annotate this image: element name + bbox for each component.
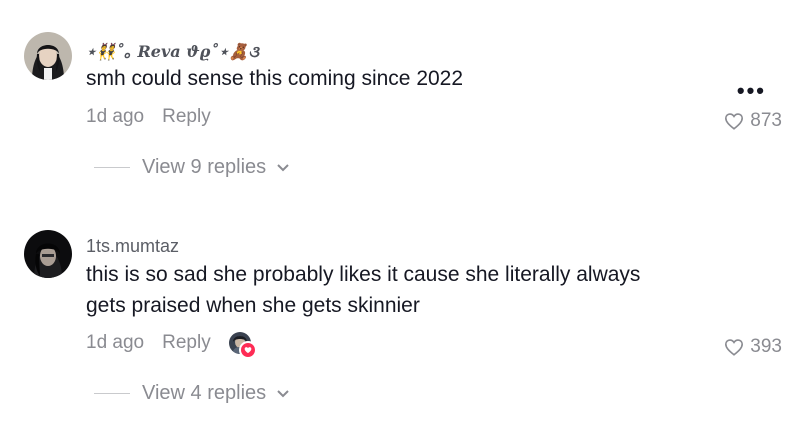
avatar[interactable]: [24, 230, 72, 278]
view-replies-button[interactable]: View 9 replies: [94, 156, 290, 179]
view-replies-label: View 4 replies: [142, 382, 267, 404]
username[interactable]: 1ts.mumtaz: [86, 236, 179, 257]
creator-liked-avatar: [228, 332, 257, 359]
comment-time: 1d ago: [86, 106, 145, 127]
heart-icon: [725, 339, 744, 356]
view-replies-button[interactable]: View 4 replies: [94, 382, 290, 405]
comment-text: smh could sense this coming since 2022: [86, 67, 464, 90]
reply-button[interactable]: Reply: [162, 332, 211, 354]
avatar[interactable]: [24, 32, 72, 80]
more-options-button[interactable]: •••: [737, 78, 766, 104]
replies-divider: [94, 393, 130, 394]
heart-icon: [725, 113, 744, 130]
heart-icon: [244, 347, 252, 354]
comment-text-line: this is so sad she probably likes it cau…: [86, 263, 641, 286]
comment-item: ⋆👯˚｡ Reva ϑϱ˚⋆🧸૩ smh could sense this co…: [0, 0, 804, 210]
like-count: 873: [750, 110, 782, 131]
like-button[interactable]: 873: [724, 110, 782, 132]
username[interactable]: ⋆👯˚｡ Reva ϑϱ˚⋆🧸૩: [86, 38, 259, 62]
comment-meta: 1d ago Reply: [86, 106, 211, 128]
chevron-down-icon: [277, 163, 289, 171]
heart-badge: [238, 341, 257, 359]
replies-divider: [94, 167, 130, 168]
view-replies-label: View 9 replies: [142, 156, 267, 178]
reply-button[interactable]: Reply: [162, 106, 211, 128]
comment-text-line: gets praised when she gets skinnier: [86, 294, 420, 317]
like-count: 393: [750, 336, 782, 357]
comment-item: 1ts.mumtaz this is so sad she probably l…: [0, 210, 804, 439]
comment-meta: 1d ago Reply: [86, 332, 257, 359]
comment-time: 1d ago: [86, 332, 145, 353]
like-button[interactable]: 393: [724, 336, 782, 358]
chevron-down-icon: [277, 389, 289, 397]
